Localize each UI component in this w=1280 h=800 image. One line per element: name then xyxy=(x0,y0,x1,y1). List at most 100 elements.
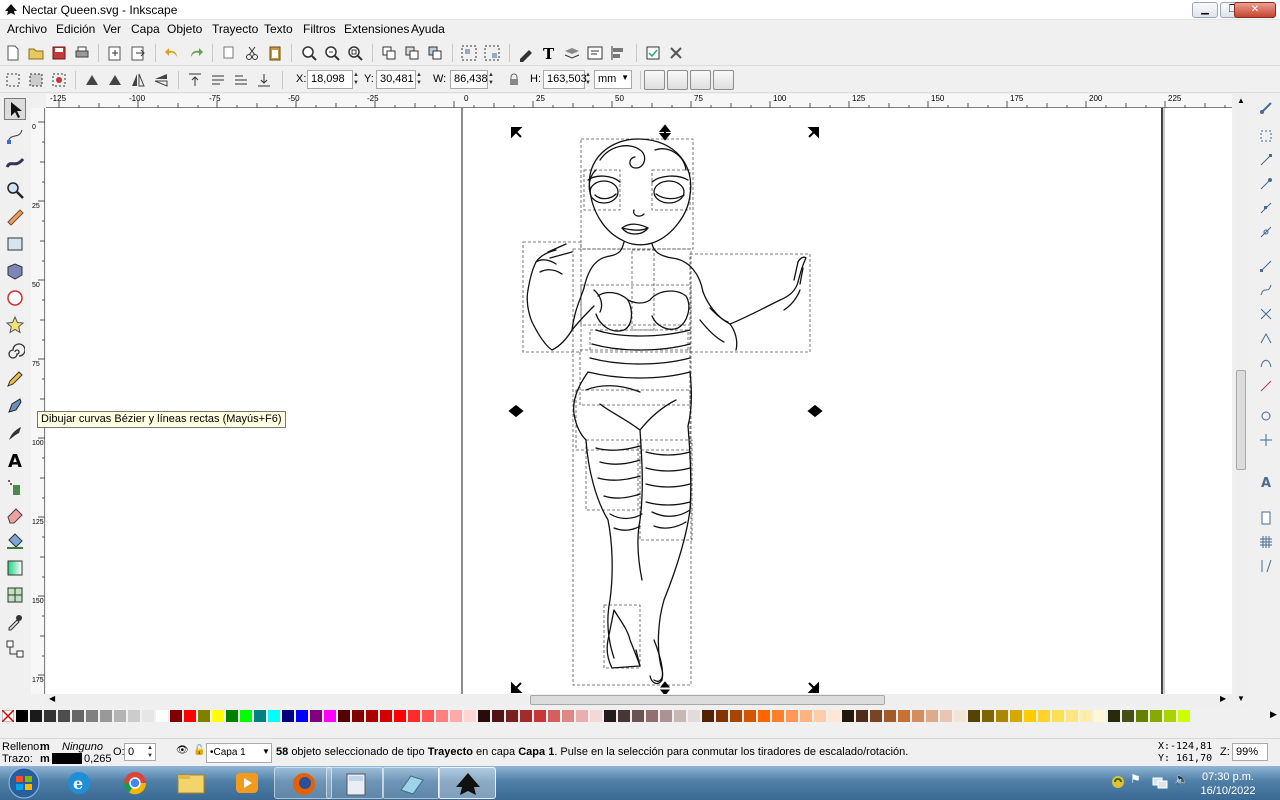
menu-ayuda[interactable]: Ayuda xyxy=(411,22,445,36)
color-swatch[interactable] xyxy=(898,710,910,722)
menu-trayecto[interactable]: Trayecto xyxy=(212,22,258,36)
color-swatch[interactable] xyxy=(1122,710,1134,722)
color-swatch[interactable] xyxy=(226,710,238,722)
horizontal-scroll-thumb[interactable] xyxy=(530,695,885,705)
scroll-right-icon[interactable]: ▶ xyxy=(1220,694,1226,703)
snap-bbox-edges-icon[interactable] xyxy=(1258,152,1274,168)
color-swatch[interactable] xyxy=(422,710,434,722)
color-swatch[interactable] xyxy=(240,710,252,722)
stroke-width[interactable]: 0,265 xyxy=(84,753,112,765)
snap-nodes-icon[interactable] xyxy=(1258,258,1274,274)
color-swatch[interactable] xyxy=(1024,710,1036,722)
rotate-ccw-icon[interactable] xyxy=(83,71,101,89)
tray-volume-icon[interactable]: 🔈 xyxy=(1174,772,1189,786)
open-icon[interactable] xyxy=(27,44,45,62)
color-swatch[interactable] xyxy=(128,710,140,722)
snap-rotation-center-icon[interactable] xyxy=(1258,432,1274,448)
align-distribute-icon[interactable] xyxy=(609,44,627,62)
color-swatch[interactable] xyxy=(86,710,98,722)
color-swatch[interactable] xyxy=(366,710,378,722)
pencil-tool-icon[interactable] xyxy=(4,368,26,390)
layers-icon[interactable] xyxy=(563,44,581,62)
tray-sync-icon[interactable] xyxy=(1110,774,1126,790)
scale-stroke-toggle[interactable] xyxy=(644,70,665,90)
raise-icon[interactable] xyxy=(209,71,227,89)
dropper-tool-icon[interactable] xyxy=(4,611,26,633)
copy-icon[interactable] xyxy=(220,44,238,62)
color-swatch[interactable] xyxy=(324,710,336,722)
color-swatch[interactable] xyxy=(1066,710,1078,722)
star-tool-icon[interactable] xyxy=(4,314,26,336)
text-tool-icon[interactable]: A xyxy=(4,449,26,472)
color-swatch[interactable] xyxy=(198,710,210,722)
paint-bucket-tool-icon[interactable] xyxy=(4,530,26,552)
measure-tool-icon[interactable] xyxy=(4,206,26,228)
zoom-drawing-icon[interactable] xyxy=(323,44,341,62)
color-swatch[interactable] xyxy=(702,710,714,722)
snap-centers-icon[interactable] xyxy=(1258,408,1274,424)
pen-tool-icon[interactable] xyxy=(4,395,26,417)
snap-guides-icon[interactable] xyxy=(1258,558,1274,574)
menu-archivo[interactable]: Archivo xyxy=(7,22,47,36)
color-swatch[interactable] xyxy=(1080,710,1092,722)
taskbar-clock[interactable]: 07:30 p.m. 16/10/2022 xyxy=(1196,770,1260,798)
color-swatch[interactable] xyxy=(16,710,28,722)
color-swatch[interactable] xyxy=(772,710,784,722)
color-swatch[interactable] xyxy=(632,710,644,722)
snap-bbox-icon[interactable] xyxy=(1258,128,1274,144)
import-icon[interactable] xyxy=(106,44,124,62)
color-swatch[interactable] xyxy=(142,710,154,722)
snap-midpoints-icon[interactable] xyxy=(1258,378,1274,394)
snap-cusp-nodes-icon[interactable] xyxy=(1258,330,1274,346)
export-icon[interactable] xyxy=(129,44,147,62)
snap-bbox-corners-icon[interactable] xyxy=(1258,176,1274,192)
raise-to-top-icon[interactable] xyxy=(186,71,204,89)
color-swatch[interactable] xyxy=(912,710,924,722)
color-swatch[interactable] xyxy=(58,710,70,722)
menu-objeto[interactable]: Objeto xyxy=(167,22,202,36)
color-swatch[interactable] xyxy=(436,710,448,722)
tweak-tool-icon[interactable] xyxy=(4,152,26,174)
taskbar-inkscape-icon[interactable] xyxy=(438,767,496,799)
color-swatch[interactable] xyxy=(996,710,1008,722)
color-swatch[interactable] xyxy=(828,710,840,722)
undo-icon[interactable] xyxy=(163,44,181,62)
color-swatch[interactable] xyxy=(730,710,742,722)
color-swatch[interactable] xyxy=(72,710,84,722)
drawing-canvas[interactable] xyxy=(46,108,1232,694)
taskbar-explorer-icon[interactable] xyxy=(162,767,220,799)
lower-icon[interactable] xyxy=(232,71,250,89)
vertical-ruler[interactable]: 0 25 50 75 100 125 150 175 xyxy=(31,108,45,694)
3d-box-tool-icon[interactable] xyxy=(4,260,26,282)
color-swatch[interactable] xyxy=(520,710,532,722)
color-swatch[interactable] xyxy=(982,710,994,722)
transform-patterns-toggle[interactable] xyxy=(713,70,734,90)
color-swatch[interactable] xyxy=(1094,710,1106,722)
layer-visibility-icon[interactable]: 👁 xyxy=(176,745,189,756)
group-icon[interactable] xyxy=(460,44,478,62)
opacity-field[interactable]: 0 ▲ ▼ xyxy=(124,743,156,761)
menu-extensiones[interactable]: Extensiones xyxy=(344,22,409,36)
node-tool-icon[interactable] xyxy=(4,125,26,147)
vertical-scroll-thumb[interactable] xyxy=(1236,370,1246,470)
zoom-selection-icon[interactable] xyxy=(300,44,318,62)
taskbar-ie-icon[interactable]: e xyxy=(50,767,108,799)
eraser-tool-icon[interactable] xyxy=(4,503,26,525)
color-swatch[interactable] xyxy=(870,710,882,722)
ungroup-icon[interactable] xyxy=(483,44,501,62)
color-swatch[interactable] xyxy=(1010,710,1022,722)
zoom-tool-icon[interactable] xyxy=(4,179,26,201)
snap-smooth-nodes-icon[interactable] xyxy=(1258,354,1274,370)
color-swatch[interactable] xyxy=(954,710,966,722)
layer-select[interactable]: •Capa 1 ▼ xyxy=(206,743,272,763)
color-swatch[interactable] xyxy=(380,710,392,722)
text-font-icon[interactable]: T xyxy=(540,44,558,63)
tray-network-icon[interactable] xyxy=(1152,775,1168,789)
zoom-field[interactable]: 99% xyxy=(1232,743,1268,761)
save-icon[interactable] xyxy=(50,44,68,62)
color-swatch[interactable] xyxy=(688,710,700,722)
color-swatch[interactable] xyxy=(30,710,42,722)
rotate-cw-icon[interactable] xyxy=(106,71,124,89)
color-swatch[interactable] xyxy=(114,710,126,722)
lower-to-bottom-icon[interactable] xyxy=(255,71,273,89)
